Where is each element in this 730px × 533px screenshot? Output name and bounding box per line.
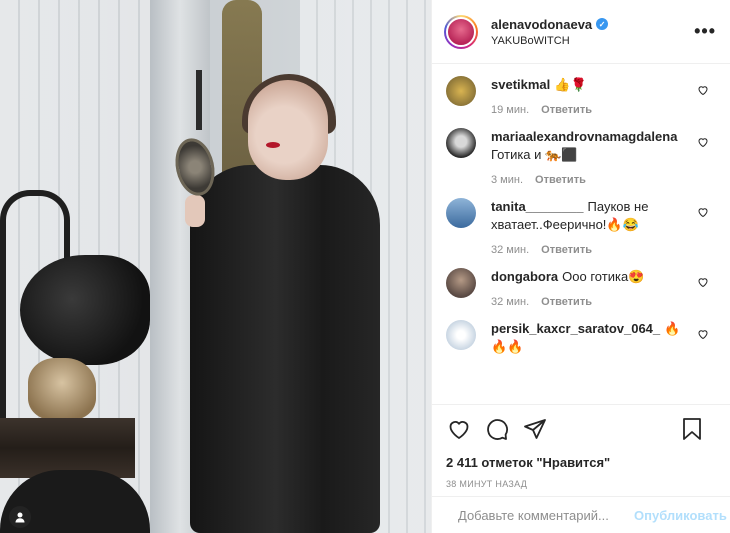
comments-list[interactable]: svetikmal 👍🌹 19 мин. Ответить mariaalexand…: [432, 64, 730, 404]
post-timestamp[interactable]: 38 МИНУТ НАЗАД: [446, 479, 717, 489]
comment-item: persik_kaxcr_saratov_064_ 🔥🔥🔥: [432, 308, 730, 356]
comment-item: dongabora Ооо готика😍 32 мин. Ответить: [432, 256, 730, 308]
commenter-avatar[interactable]: [446, 268, 476, 298]
commenter-avatar[interactable]: [446, 320, 476, 350]
comment-item: tanita________ Пауков не хватает..Фееричн…: [432, 186, 730, 256]
comment-like-heart-icon[interactable]: [697, 328, 709, 340]
comment-body: tanita________ Пауков не хватает..Фееричн…: [491, 198, 691, 256]
heart-icon[interactable]: [446, 416, 472, 442]
reply-button[interactable]: Ответить: [535, 174, 586, 186]
publish-button[interactable]: Опубликовать: [634, 508, 727, 523]
commenter-avatar[interactable]: [446, 128, 476, 158]
verified-badge-icon: ✓: [596, 18, 609, 30]
comment-text: Ооо готика😍: [562, 269, 645, 284]
comment-like-heart-icon[interactable]: [697, 206, 709, 218]
comment-text: 👍🌹: [554, 77, 587, 92]
tagged-user-icon[interactable]: [9, 506, 31, 528]
comment-body: dongabora Ооо готика😍 32 мин. Ответить: [491, 268, 691, 308]
comment-icon[interactable]: [484, 416, 510, 442]
lips: [266, 142, 280, 148]
post-panel: alenavodonaeva ✓ YAKUBoWITCH ••• svetikm…: [431, 0, 730, 533]
bookmark-icon[interactable]: [679, 416, 705, 442]
black-dress: [190, 165, 380, 533]
comment-like-heart-icon[interactable]: [697, 84, 709, 96]
share-icon[interactable]: [522, 416, 548, 442]
comment-body: mariaalexandrovnamagdalena Готика и 🐅⬛ 3 …: [491, 128, 691, 186]
comment-like-heart-icon[interactable]: [697, 136, 709, 148]
commenter-username[interactable]: svetikmal: [491, 77, 550, 92]
comment-like-heart-icon[interactable]: [697, 276, 709, 288]
comment-time[interactable]: 3 мин.: [491, 174, 523, 186]
post-location[interactable]: YAKUBoWITCH: [491, 35, 694, 47]
comment-body: svetikmal 👍🌹 19 мин. Ответить: [491, 76, 691, 116]
reply-button[interactable]: Ответить: [541, 296, 592, 308]
action-icons: [446, 415, 717, 443]
author-username[interactable]: alenavodonaeva: [491, 17, 592, 32]
crow: [20, 255, 150, 365]
comment-item: svetikmal 👍🌹 19 мин. Ответить: [432, 64, 730, 116]
add-comment-bar: Опубликовать: [432, 496, 730, 533]
comment-time[interactable]: 19 мин.: [491, 104, 529, 116]
comment-time[interactable]: 32 мин.: [491, 244, 529, 256]
old-books: [0, 418, 135, 478]
face: [248, 80, 328, 180]
comment-text: Готика и 🐅⬛: [491, 147, 578, 162]
commenter-avatar[interactable]: [446, 198, 476, 228]
more-options-icon[interactable]: •••: [694, 21, 716, 42]
reply-button[interactable]: Ответить: [541, 104, 592, 116]
post-header: alenavodonaeva ✓ YAKUBoWITCH •••: [432, 0, 730, 64]
commenter-username[interactable]: persik_kaxcr_saratov_064_: [491, 321, 660, 336]
comment-input[interactable]: [458, 507, 634, 523]
likes-count[interactable]: 2 411 отметок "Нравится": [446, 455, 717, 470]
author-avatar[interactable]: [444, 14, 478, 49]
candle: [196, 70, 202, 130]
post-photo[interactable]: [0, 0, 431, 533]
reply-button[interactable]: Ответить: [541, 244, 592, 256]
avatar-image: [446, 16, 476, 47]
hand: [185, 195, 205, 227]
comment-body: persik_kaxcr_saratov_064_ 🔥🔥🔥: [491, 320, 691, 356]
comment-item: mariaalexandrovnamagdalena Готика и 🐅⬛ 3 …: [432, 116, 730, 186]
username-row: alenavodonaeva ✓: [491, 17, 694, 32]
post-actions: 2 411 отметок "Нравится" 38 МИНУТ НАЗАД: [432, 404, 730, 489]
author-info: alenavodonaeva ✓ YAKUBoWITCH: [491, 17, 694, 47]
commenter-username[interactable]: dongabora: [491, 269, 558, 284]
comment-time[interactable]: 32 мин.: [491, 296, 529, 308]
commenter-username[interactable]: tanita________: [491, 199, 584, 214]
commenter-avatar[interactable]: [446, 76, 476, 106]
commenter-username[interactable]: mariaalexandrovnamagdalena: [491, 129, 677, 144]
skull: [28, 358, 96, 420]
